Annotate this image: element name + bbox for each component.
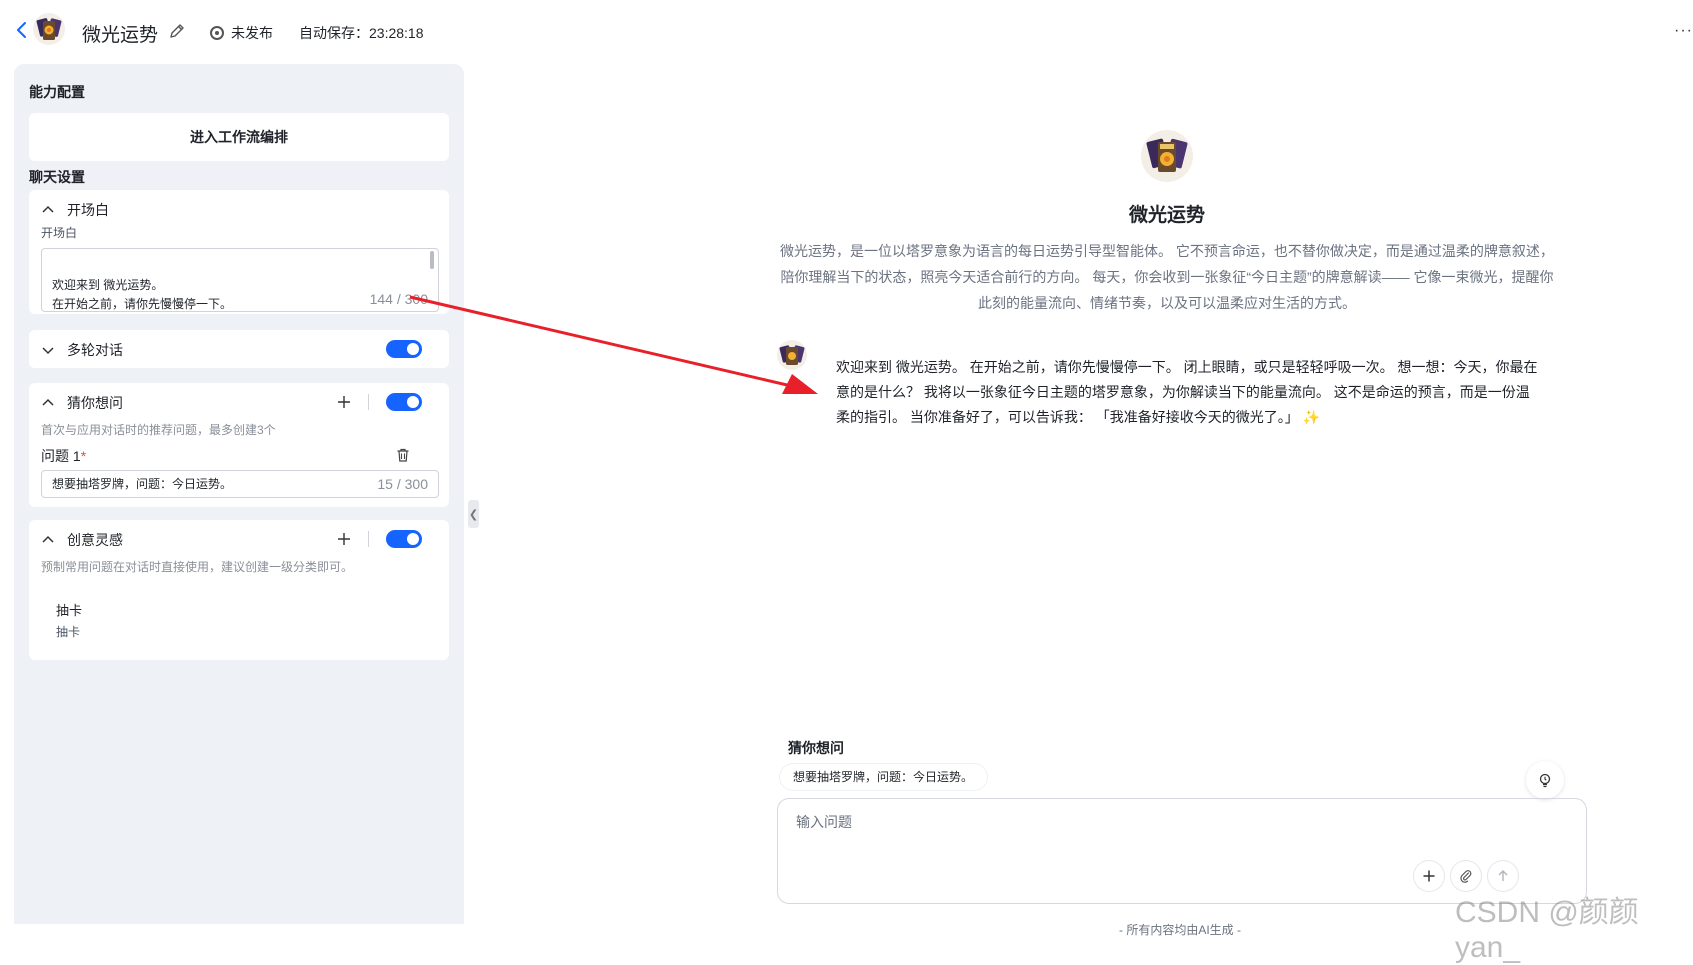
- add-inspiration-icon[interactable]: [336, 531, 352, 547]
- capability-heading: 能力配置: [29, 84, 85, 100]
- divider: [368, 394, 369, 410]
- autosave-time: 自动保存：23:28:18: [299, 25, 424, 41]
- inspiration-item-title[interactable]: 抽卡: [56, 600, 82, 619]
- arrow-up-icon: [1498, 870, 1508, 881]
- back-icon[interactable]: [14, 20, 30, 40]
- preview-avatar-icon: [1141, 130, 1193, 182]
- creative-inspiration-title: 创意灵感: [67, 532, 123, 548]
- question-1-value: 想要抽塔罗牌，问题：今日运势。: [52, 477, 233, 491]
- required-mark: *: [80, 448, 87, 464]
- lightbulb-button[interactable]: [1526, 761, 1564, 799]
- question-1-counter: 15 / 300: [377, 476, 428, 492]
- opening-textarea[interactable]: 欢迎来到 微光运势。 在开始之前，请你先慢慢停一下。 144 / 300: [41, 248, 439, 312]
- textarea-scrollbar[interactable]: [430, 251, 434, 269]
- suggestions-heading: 猜你想问: [788, 740, 844, 756]
- config-sidebar: 能力配置 进入工作流编排 聊天设置 开场白 开场白 欢迎来到 微光运势。 在开始…: [14, 64, 464, 924]
- opening-field-label: 开场白: [41, 226, 78, 240]
- suggested-questions-card: 猜你想问 首次与应用对话时的推荐问题，最多创建3个 问题 1* 想要抽塔罗牌，问…: [29, 383, 449, 507]
- top-bar: 微光运势 未发布 自动保存：23:28:18 ···: [0, 0, 1693, 60]
- chevron-up-icon[interactable]: [41, 533, 55, 547]
- chevron-down-icon[interactable]: [41, 343, 55, 357]
- divider: [368, 531, 369, 547]
- multi-turn-header[interactable]: 多轮对话: [41, 340, 123, 360]
- creative-inspiration-hint: 预制常用问题在对话时直接使用，建议创建一级分类即可。: [41, 560, 354, 574]
- preview-description: 微光运势，是一位以塔罗意象为语言的每日运势引导型智能体。 它不预言命运，也不替你…: [780, 243, 1554, 311]
- question-label: 问题 1*: [41, 446, 86, 466]
- suggested-questions-hint: 首次与应用对话时的推荐问题，最多创建3个: [41, 423, 276, 437]
- app-avatar-icon: [33, 13, 65, 45]
- opening-card: 开场白 开场白 欢迎来到 微光运势。 在开始之前，请你先慢慢停一下。 144 /…: [29, 190, 449, 314]
- sidebar-collapse-handle[interactable]: ❮: [468, 500, 479, 528]
- plus-icon: [1423, 870, 1435, 882]
- multi-turn-card: 多轮对话: [29, 330, 449, 368]
- question-label-text: 问题 1: [41, 448, 81, 464]
- add-question-icon[interactable]: [336, 394, 352, 410]
- preview-title: 微光运势: [1128, 205, 1205, 226]
- multi-turn-title: 多轮对话: [67, 342, 123, 358]
- publish-status-label: 未发布: [231, 25, 273, 41]
- suggested-questions-toggle[interactable]: [386, 393, 422, 411]
- suggested-question-chip[interactable]: 想要抽塔罗牌，问题：今日运势。: [780, 764, 988, 790]
- app-title: 微光运势: [82, 25, 159, 46]
- status-dot-icon: [210, 26, 224, 40]
- creative-inspiration-toggle[interactable]: [386, 530, 422, 548]
- creative-inspiration-card: 创意灵感 预制常用问题在对话时直接使用，建议创建一级分类即可。 抽卡 抽卡: [29, 520, 449, 660]
- add-button[interactable]: [1414, 861, 1444, 891]
- publish-status: 未发布: [210, 23, 273, 43]
- more-menu-icon[interactable]: ···: [1674, 22, 1693, 40]
- paperclip-icon: [1460, 870, 1472, 883]
- chat-settings-heading: 聊天设置: [29, 169, 85, 185]
- bot-avatar-icon: [777, 340, 807, 370]
- question-1-input[interactable]: 想要抽塔罗牌，问题：今日运势。 15 / 300: [41, 470, 439, 498]
- inspiration-item-sub: 抽卡: [56, 625, 81, 639]
- suggested-questions-header[interactable]: 猜你想问: [41, 393, 123, 413]
- enter-workflow-button[interactable]: 进入工作流编排: [29, 113, 449, 161]
- csdn-watermark: CSDN @颜颜yan_: [1455, 896, 1639, 964]
- suggested-questions-title: 猜你想问: [67, 395, 123, 411]
- opening-title: 开场白: [67, 202, 109, 218]
- chat-input-field[interactable]: [794, 813, 1498, 831]
- chevron-up-icon[interactable]: [41, 396, 55, 410]
- trash-icon[interactable]: [395, 447, 411, 463]
- opening-header[interactable]: 开场白: [41, 200, 109, 220]
- bot-welcome-message: 欢迎来到 微光运势。 在开始之前，请你先慢慢停一下。 闭上眼睛，或只是轻轻呼吸一…: [836, 359, 1538, 425]
- multi-turn-toggle[interactable]: [386, 340, 422, 358]
- chevron-up-icon[interactable]: [41, 203, 55, 217]
- edit-pencil-icon[interactable]: [168, 22, 186, 40]
- creative-inspiration-header[interactable]: 创意灵感: [41, 530, 123, 550]
- opening-text: 欢迎来到 微光运势。 在开始之前，请你先慢慢停一下。: [52, 278, 233, 311]
- opening-counter: 144 / 300: [369, 291, 428, 307]
- lightbulb-icon: [1539, 773, 1551, 788]
